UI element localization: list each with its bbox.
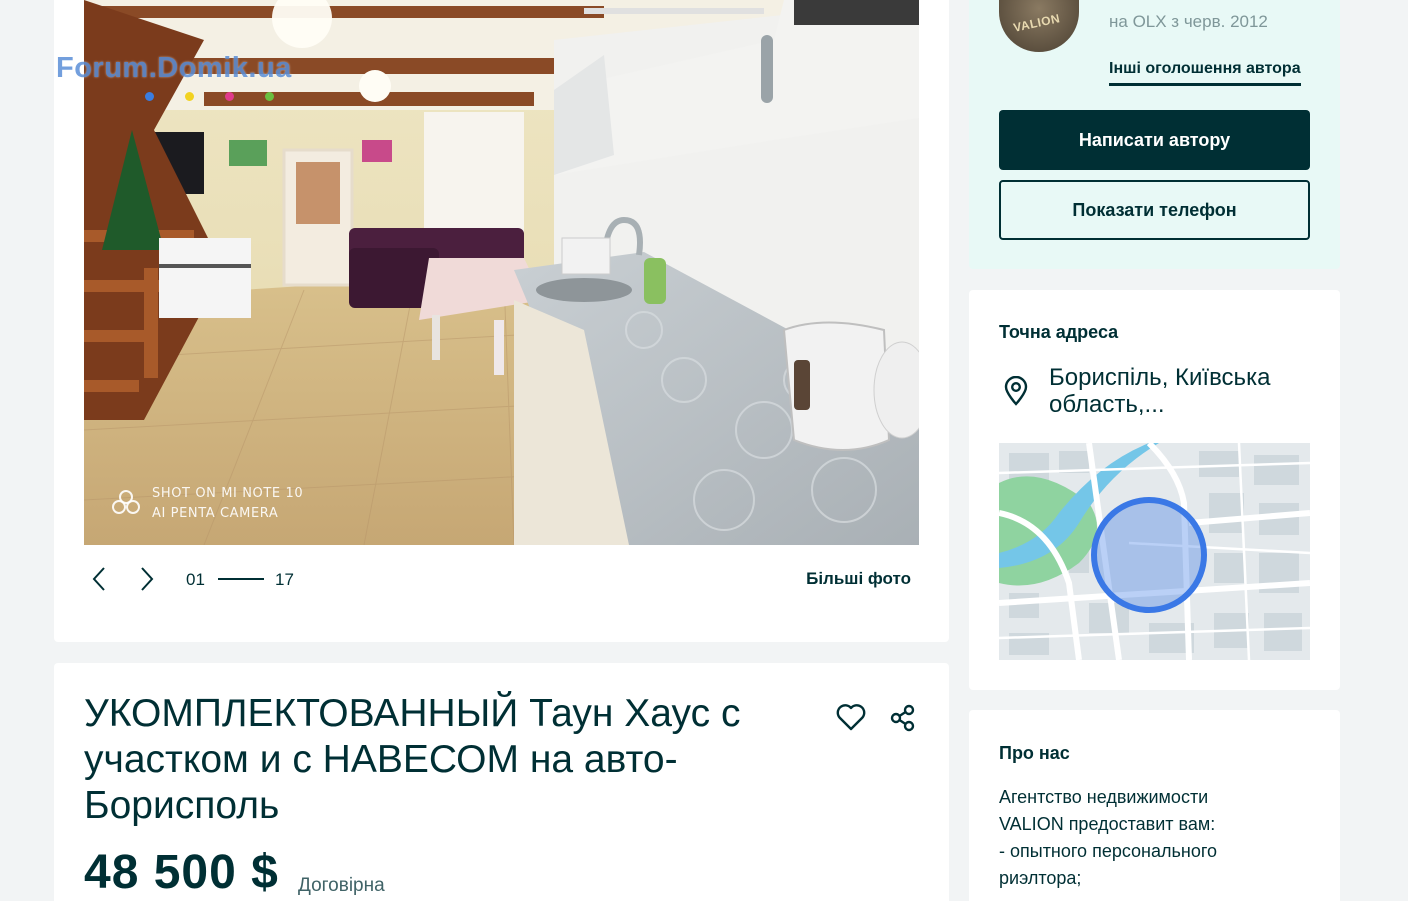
about-card: Про нас Агентство недвижимости VALION пр…: [969, 710, 1340, 901]
watermark-dot-blue: [145, 92, 154, 101]
prev-photo-button[interactable]: [84, 564, 114, 594]
map-pin-icon: [1003, 375, 1029, 411]
watermark-dot-green: [265, 92, 274, 101]
camera-caption: SHOT ON MI NOTE 10 AI PENTA CAMERA: [152, 484, 303, 524]
photo-counter-current: 01: [186, 570, 205, 589]
favorite-button[interactable]: [836, 703, 866, 736]
other-ads-link[interactable]: Інші оголошення автора: [1109, 60, 1301, 86]
about-line: VALION предоставит вам:: [999, 814, 1216, 834]
chevron-left-icon: [92, 567, 105, 591]
camera-logo-icon: [110, 488, 142, 525]
next-photo-button[interactable]: [132, 564, 162, 594]
chevron-right-icon: [141, 567, 154, 591]
address-heading: Точна адреса: [999, 322, 1119, 342]
watermark-dot-yellow: [185, 92, 194, 101]
member-since: на OLX з черв. 2012: [1109, 12, 1268, 31]
watermark-dots: [145, 88, 305, 106]
listing-page: Forum.Domik.ua SHOT ON MI NOTE 10 AI PEN…: [0, 0, 1408, 901]
photo-counter-total: 17: [275, 570, 294, 589]
show-phone-button[interactable]: Показати телефон: [999, 180, 1310, 240]
seller-avatar[interactable]: VALION: [999, 0, 1079, 52]
about-text: Агентство недвижимости VALION предостави…: [999, 784, 1319, 892]
about-line: риэлтора;: [999, 868, 1082, 888]
watermark-dot-pink: [225, 92, 234, 101]
photo-counter-divider: [218, 578, 264, 580]
ad-title: УКОМПЛЕКТОВАННЫЙ Таун Хаус с участком и …: [84, 692, 741, 827]
share-button[interactable]: [888, 703, 918, 738]
gallery-nav: 01 17 Більші фото: [84, 562, 919, 596]
price: 48 500 $: [84, 846, 279, 899]
seller-card: VALION на OLX з черв. 2012 Інші оголошен…: [969, 0, 1340, 269]
about-line: Агентство недвижимости: [999, 787, 1209, 807]
heart-icon: [836, 704, 866, 731]
write-author-button[interactable]: Написати автору: [999, 110, 1310, 170]
price-negotiable-label: Договірна: [298, 875, 385, 896]
camera-caption-line1: SHOT ON MI NOTE 10: [152, 486, 304, 501]
location-map[interactable]: [999, 443, 1310, 660]
about-line: - опытного персонального: [999, 841, 1218, 861]
address-text: Бориспіль, Київська область,...: [1049, 364, 1271, 418]
bigger-photos-link[interactable]: Більші фото: [806, 569, 911, 589]
share-icon: [890, 704, 915, 732]
address-card: Точна адреса Бориспіль, Київська область…: [969, 290, 1340, 690]
camera-caption-line2: AI PENTA CAMERA: [152, 506, 279, 521]
seller-avatar-logo-text: VALION: [1012, 11, 1062, 35]
title-card: УКОМПЛЕКТОВАННЫЙ Таун Хаус с участком и …: [54, 663, 949, 901]
about-heading: Про нас: [999, 743, 1070, 763]
forum-domik-watermark: Forum.Domik.ua: [56, 52, 292, 84]
